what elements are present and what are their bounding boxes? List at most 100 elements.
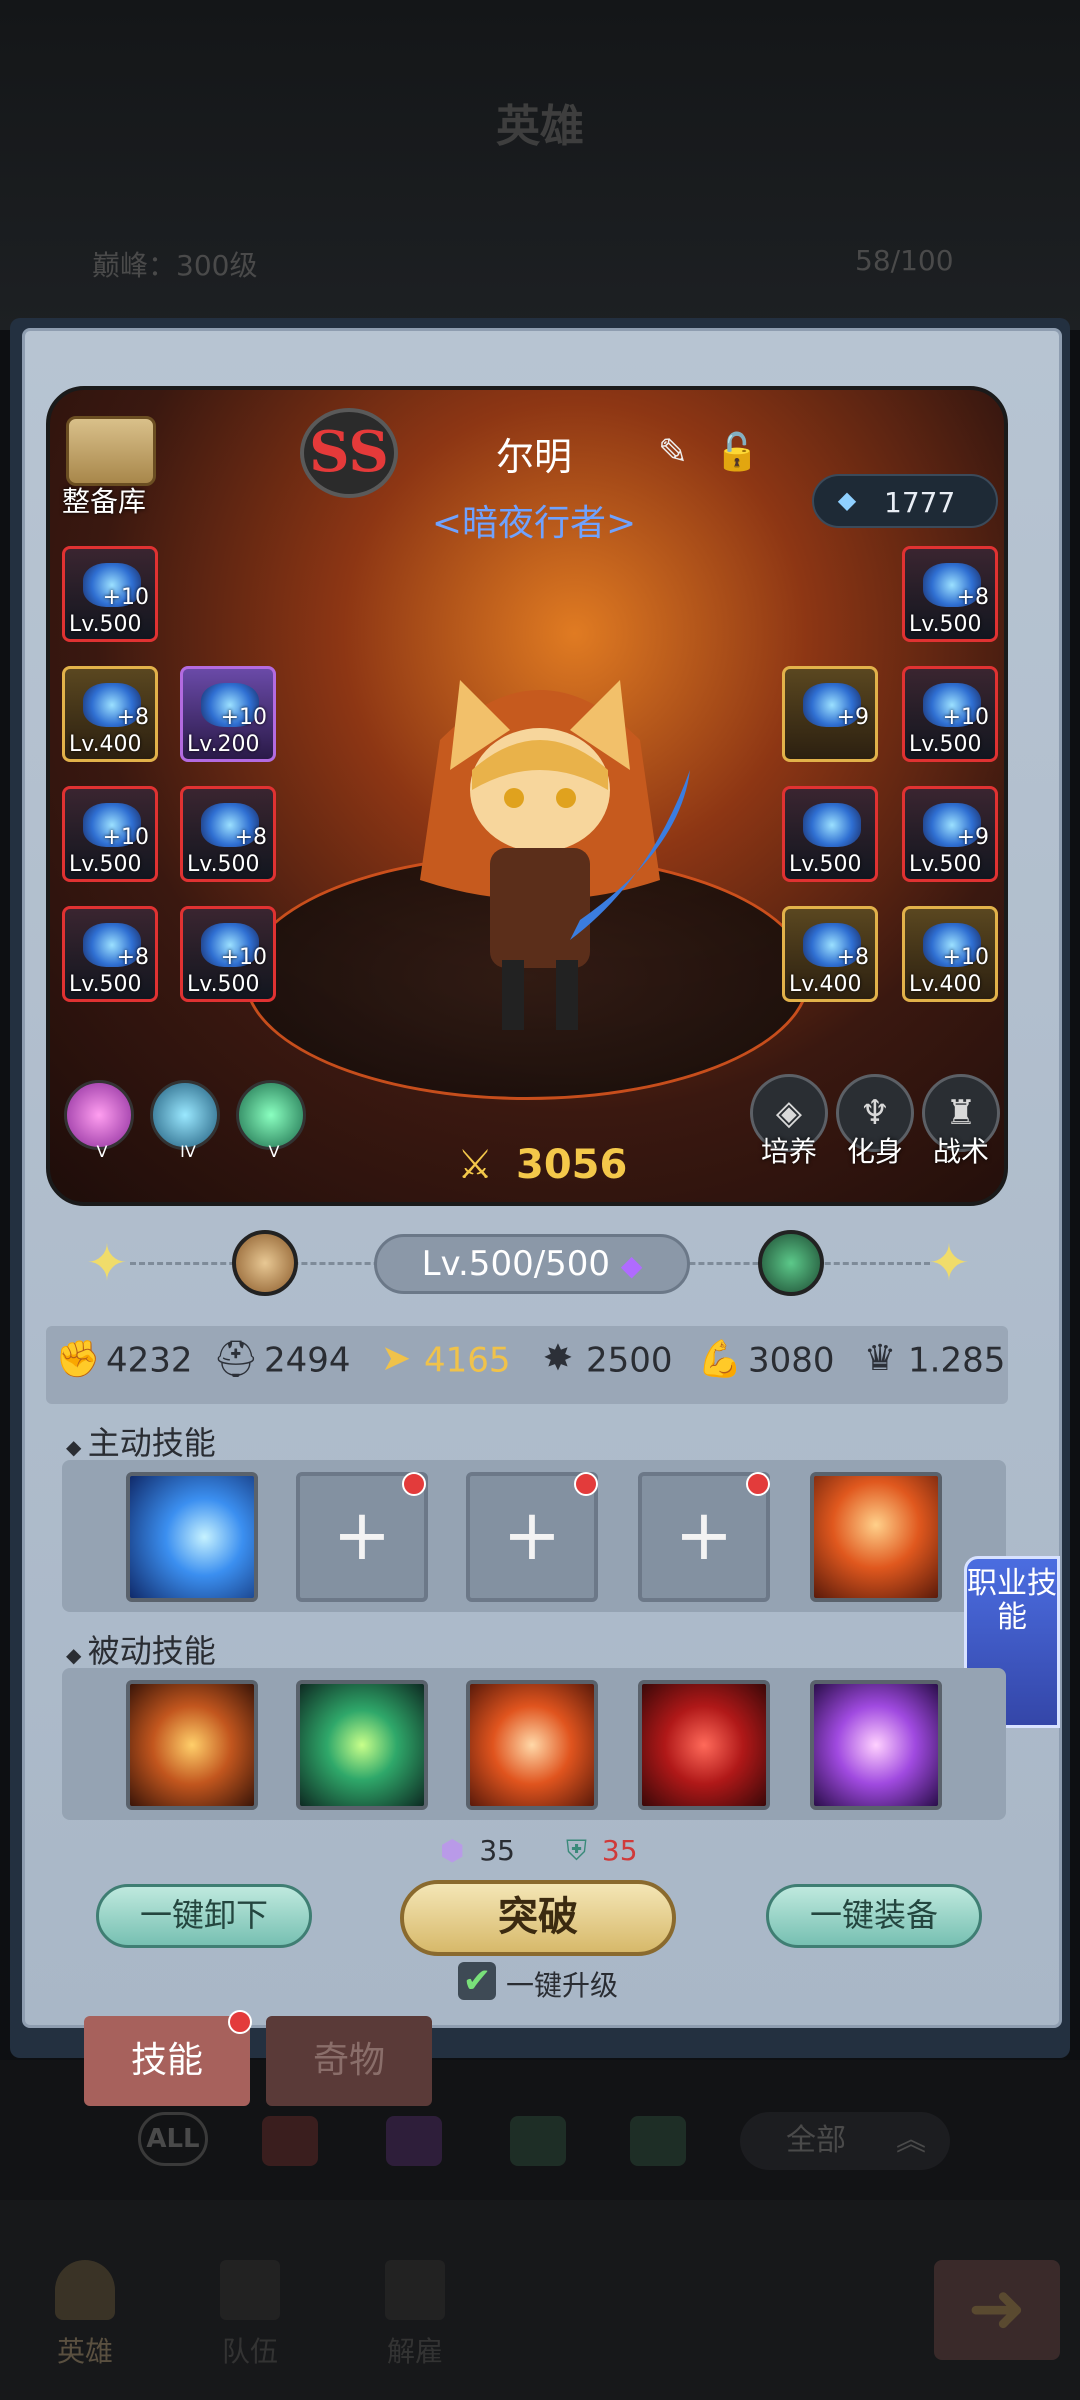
equipment-slot[interactable]: +8 Lv.500: [902, 546, 998, 642]
level-gem-icon: ◆: [620, 1249, 643, 1282]
stat-crit-value: 2500: [586, 1340, 673, 1381]
green-emblem-icon[interactable]: [758, 1230, 824, 1296]
star-left-icon[interactable]: ✦: [80, 1236, 134, 1290]
boot-icon: ➤: [380, 1338, 412, 1379]
enhance-level: +8: [116, 705, 149, 730]
chevron-up-icon: ︽: [896, 2123, 926, 2158]
stat-attack-value: 4232: [106, 1340, 193, 1381]
skill-heal-icon[interactable]: [296, 1680, 428, 1810]
stat-crit: ✸ 2500: [534, 1338, 673, 1392]
enhance-level: +10: [102, 825, 149, 850]
action-label: 战术: [932, 1135, 989, 1168]
equip-all-button[interactable]: 一键装备: [766, 1884, 982, 1948]
equipment-slot[interactable]: +8 Lv.500: [62, 906, 158, 1002]
skill-slash-icon[interactable]: [638, 1680, 770, 1810]
unequip-all-button[interactable]: 一键卸下: [96, 1884, 312, 1948]
shield-cost: ⛨ 35: [566, 1834, 638, 1868]
next-arrow-button[interactable]: ➜: [934, 2260, 1060, 2360]
equipment-slot[interactable]: +10 Lv.500: [62, 546, 158, 642]
enhance-level: +9: [836, 705, 869, 730]
stat-defense: ⛑ 2494: [212, 1338, 351, 1392]
level-display: Lv.500/500 ◆: [374, 1234, 690, 1294]
auto-upgrade-label: 一键升级: [506, 1969, 619, 2002]
level-text: Lv.500/500: [421, 1244, 611, 1284]
filter-all-button[interactable]: ALL: [138, 2112, 208, 2166]
rune-icon[interactable]: IV: [150, 1080, 220, 1161]
stat-speed-value: 4165: [424, 1340, 511, 1381]
hero-portrait[interactable]: [380, 620, 700, 1040]
unlock-icon[interactable]: 🔓: [714, 430, 760, 476]
equipment-slot[interactable]: +10 Lv.200: [180, 666, 276, 762]
enhance-level: +10: [942, 945, 989, 970]
class-archer-icon[interactable]: [630, 2116, 686, 2166]
skill-dodge-icon[interactable]: [126, 1680, 258, 1810]
skill-shield-icon[interactable]: [466, 1680, 598, 1810]
enhance-level: +10: [942, 705, 989, 730]
crystal-icon: ⬢: [440, 1834, 465, 1867]
shield-cost-value: 35: [601, 1834, 638, 1867]
warehouse-label: 整备库: [62, 485, 147, 518]
tab-artifacts[interactable]: 奇物: [266, 2016, 432, 2106]
enhance-level: +10: [220, 945, 267, 970]
page-title: 英雄: [496, 101, 584, 152]
equipment-slot[interactable]: +9 Lv.500: [902, 786, 998, 882]
class-warrior-icon[interactable]: [262, 2116, 318, 2166]
item-level: Lv.400: [909, 972, 982, 997]
item-level: Lv.500: [187, 852, 260, 877]
notification-dot: [746, 1472, 770, 1496]
crown-icon: ♛: [863, 1338, 897, 1379]
equipment-slot[interactable]: +10 Lv.500: [902, 666, 998, 762]
shield-icon: ⛨: [566, 1834, 588, 1867]
rune-icon[interactable]: V: [236, 1080, 306, 1161]
item-level: Lv.500: [69, 852, 142, 877]
equipment-slot[interactable]: +9: [782, 666, 878, 762]
gem-value: 1777: [884, 486, 956, 519]
helmet-icon: ⛑: [213, 1339, 259, 1380]
peak-level: 巅峰：300级: [92, 249, 258, 282]
auto-upgrade-checkbox[interactable]: ✔: [458, 1962, 496, 2000]
nav-team-label: 队伍: [221, 2335, 278, 2368]
rune-grade: V: [96, 1142, 108, 1161]
enhance-level: +8: [836, 945, 869, 970]
diamond-bullet-icon: ◆: [66, 1435, 88, 1459]
breakthrough-button[interactable]: 突破: [400, 1880, 676, 1956]
skill-arrow-icon[interactable]: [126, 1472, 258, 1602]
edit-icon[interactable]: ✎: [650, 430, 696, 476]
gear-item-icon: [803, 803, 861, 847]
class-mystery-icon[interactable]: [386, 2116, 442, 2166]
equipment-slot[interactable]: +8 Lv.400: [782, 906, 878, 1002]
bottom-nav: 英雄 队伍 解雇 ➜: [0, 2200, 1080, 2400]
warehouse-chest-icon[interactable]: [66, 416, 156, 486]
item-level: Lv.500: [909, 732, 982, 757]
passive-skills-label: ◆ 被动技能: [66, 1626, 216, 1672]
stat-attack: ✊ 4232: [54, 1338, 193, 1392]
action-label: 培养: [760, 1135, 817, 1168]
equipment-slot[interactable]: +8 Lv.400: [62, 666, 158, 762]
rune-icon[interactable]: V: [64, 1080, 134, 1161]
item-level: Lv.500: [789, 852, 862, 877]
stat-defense-value: 2494: [264, 1340, 351, 1381]
enhance-level: +10: [102, 585, 149, 610]
equipment-slot[interactable]: +8 Lv.500: [180, 786, 276, 882]
nav-team[interactable]: 队伍: [205, 2260, 295, 2380]
item-level: Lv.500: [187, 972, 260, 997]
filter-select[interactable]: 全部 ︽: [740, 2112, 950, 2170]
equipment-slot[interactable]: Lv.500: [782, 786, 878, 882]
nav-hero[interactable]: 英雄: [40, 2260, 130, 2380]
equipment-slot[interactable]: +10 Lv.500: [62, 786, 158, 882]
bronze-medal-icon[interactable]: [232, 1230, 298, 1296]
skill-burst-icon[interactable]: [810, 1680, 942, 1810]
item-level: Lv.500: [69, 612, 142, 637]
scroll-icon: [385, 2260, 445, 2320]
stat-multiplier-value: 1.285: [908, 1340, 1006, 1381]
active-skills-label: ◆ 主动技能: [66, 1418, 216, 1464]
star-right-icon[interactable]: ✦: [922, 1236, 976, 1290]
enhance-level: +10: [220, 705, 267, 730]
equipment-slot[interactable]: +10 Lv.500: [180, 906, 276, 1002]
skill-arrows-rain-icon[interactable]: [810, 1472, 942, 1602]
nav-dismiss[interactable]: 解雇: [370, 2260, 460, 2380]
equipment-slot[interactable]: +10 Lv.400: [902, 906, 998, 1002]
helmet-icon: [55, 2260, 115, 2320]
class-support-icon[interactable]: [510, 2116, 566, 2166]
tab-skills[interactable]: 技能: [84, 2016, 250, 2106]
